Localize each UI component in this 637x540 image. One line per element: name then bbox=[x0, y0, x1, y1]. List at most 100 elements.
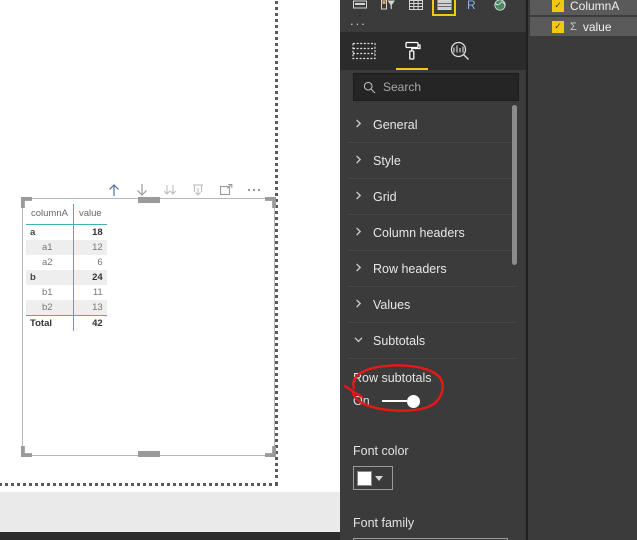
tab-analytics[interactable] bbox=[436, 32, 484, 70]
table-cell-value[interactable]: 11 bbox=[73, 285, 106, 300]
format-section-label: Subtotals bbox=[373, 333, 426, 348]
format-section-style[interactable]: Style bbox=[348, 143, 516, 179]
field-item-value[interactable]: ✓ Σ value bbox=[530, 17, 637, 36]
tab-format[interactable] bbox=[388, 32, 436, 70]
focus-mode-icon[interactable] bbox=[212, 180, 240, 200]
column-header-columnA[interactable]: columnA bbox=[26, 204, 74, 225]
field-label: value bbox=[582, 19, 612, 34]
subtotals-options: Row subtotals On Font color Font family … bbox=[348, 371, 516, 540]
chevron-right-icon bbox=[353, 226, 364, 240]
field-checkbox[interactable]: ✓ bbox=[552, 20, 564, 33]
table-total-value: 42 bbox=[73, 315, 107, 331]
table-cell-label[interactable]: b2 bbox=[26, 300, 74, 316]
format-pane-scrollbar[interactable] bbox=[512, 105, 517, 265]
row-subtotals-state: On bbox=[353, 394, 370, 408]
table-row[interactable]: a 18 bbox=[26, 224, 107, 241]
field-checkbox[interactable]: ✓ bbox=[552, 0, 564, 12]
resize-handle-bottom-right[interactable] bbox=[265, 446, 276, 457]
arcgis-map-visual-icon[interactable] bbox=[488, 0, 512, 16]
format-section-label: Column headers bbox=[373, 225, 465, 240]
table-cell-label[interactable]: b1 bbox=[26, 285, 74, 300]
table-cell-value[interactable]: 12 bbox=[73, 240, 107, 255]
chevron-down-icon bbox=[353, 334, 364, 348]
row-subtotals-label: Row subtotals bbox=[353, 371, 432, 385]
row-subtotals-toggle[interactable] bbox=[381, 394, 420, 408]
visual-header-toolbar bbox=[100, 180, 275, 200]
format-section-label: Style bbox=[373, 153, 401, 168]
field-label: ColumnA bbox=[570, 0, 620, 13]
fields-pane: ✓ ColumnA ✓ Σ value bbox=[528, 0, 637, 540]
chevron-down-icon bbox=[375, 475, 383, 481]
chevron-right-icon bbox=[353, 118, 364, 132]
table-row[interactable]: b2 13 bbox=[26, 300, 107, 316]
field-item-columnA[interactable]: ✓ ColumnA bbox=[530, 0, 637, 15]
table-header-row: columnA value bbox=[26, 204, 107, 225]
font-color-label: Font color bbox=[353, 444, 409, 458]
visualization-more-icon[interactable]: ... bbox=[350, 14, 367, 27]
table-visual-icon[interactable] bbox=[432, 0, 456, 16]
more-options-icon[interactable] bbox=[240, 180, 268, 200]
chevron-right-icon bbox=[353, 262, 364, 276]
search-icon bbox=[363, 81, 376, 93]
format-section-label: Values bbox=[373, 297, 411, 312]
resize-handle-bottom-middle[interactable] bbox=[137, 451, 160, 457]
report-canvas[interactable]: columnA value a 18 a1 12 a2 6 b 24 b1 11 b2 13 Total… bbox=[0, 0, 340, 540]
format-section-values[interactable]: Values bbox=[348, 287, 516, 323]
visualization-gallery: R ... bbox=[340, 0, 528, 32]
table-cell-label[interactable]: a2 bbox=[26, 255, 74, 270]
font-family-label: Font family bbox=[353, 516, 415, 530]
table-row[interactable]: a1 12 bbox=[26, 240, 107, 255]
visualization-icon-row: R bbox=[348, 0, 512, 16]
r-script-visual-icon[interactable]: R bbox=[460, 0, 484, 16]
search-input[interactable]: Search bbox=[353, 73, 519, 101]
font-color-swatch bbox=[357, 470, 372, 486]
table-cell-label[interactable]: a1 bbox=[26, 240, 74, 255]
drill-mode-icon[interactable] bbox=[184, 180, 212, 200]
chevron-right-icon bbox=[353, 190, 364, 204]
format-section-label: Row headers bbox=[373, 261, 447, 276]
table-row[interactable]: a2 6 bbox=[26, 255, 107, 270]
funnel-visual-icon[interactable] bbox=[376, 0, 400, 16]
svg-text:R: R bbox=[467, 0, 476, 12]
resize-handle-top-right[interactable] bbox=[265, 197, 276, 208]
expand-all-icon[interactable] bbox=[156, 180, 184, 200]
toggle-knob bbox=[406, 394, 420, 408]
table-total-row[interactable]: Total 42 bbox=[26, 315, 107, 331]
column-header-value[interactable]: value bbox=[73, 204, 107, 225]
resize-handle-bottom-left[interactable] bbox=[21, 446, 32, 457]
format-section-row-headers[interactable]: Row headers bbox=[348, 251, 516, 287]
canvas-footer-band bbox=[0, 492, 340, 532]
table-cell-value[interactable]: 18 bbox=[73, 225, 106, 241]
sigma-aggregate-icon: Σ bbox=[570, 20, 577, 33]
visualizations-pane: R ... Search General Style Grid Column h… bbox=[340, 0, 637, 540]
canvas-bottom-bar bbox=[0, 532, 340, 540]
matrix-visual-table[interactable]: columnA value a 18 a1 12 a2 6 b 24 b1 11 b2 13 Total… bbox=[26, 204, 107, 331]
table-cell-value[interactable]: 13 bbox=[73, 300, 107, 316]
format-sections-list: General Style Grid Column headers Row header… bbox=[348, 107, 516, 359]
table-body: a 18 a1 12 a2 6 b 24 b1 11 b2 13 Total 42 bbox=[26, 224, 107, 331]
table-cell-value[interactable]: 24 bbox=[73, 270, 107, 285]
format-section-column-headers[interactable]: Column headers bbox=[348, 215, 516, 251]
table-cell-value[interactable]: 6 bbox=[73, 255, 106, 270]
chevron-right-icon bbox=[353, 298, 364, 312]
format-section-label: General bbox=[373, 117, 418, 132]
tab-fields[interactable] bbox=[340, 32, 388, 70]
drill-up-icon[interactable] bbox=[100, 180, 128, 200]
format-section-grid[interactable]: Grid bbox=[348, 179, 516, 215]
format-pane-body: Search General Style Grid Column headers Row… bbox=[340, 70, 528, 540]
chevron-right-icon bbox=[353, 154, 364, 168]
format-section-subtotals[interactable]: Subtotals bbox=[348, 323, 516, 359]
font-color-picker[interactable] bbox=[353, 466, 393, 490]
resize-handle-top-middle[interactable] bbox=[137, 197, 160, 203]
format-section-general[interactable]: General bbox=[348, 107, 516, 143]
table-row[interactable]: b 24 bbox=[26, 270, 107, 285]
matrix-visual-icon[interactable] bbox=[404, 0, 428, 16]
row-subtotals-toggle-row: On bbox=[348, 394, 516, 408]
search-placeholder: Search bbox=[383, 80, 422, 94]
pane-tabstrip bbox=[340, 32, 528, 70]
table-total-label: Total bbox=[26, 315, 74, 331]
table-row[interactable]: b1 11 bbox=[26, 285, 107, 300]
table-cell-label[interactable]: b bbox=[26, 270, 74, 285]
format-section-label: Grid bbox=[373, 189, 397, 204]
table-cell-label[interactable]: a bbox=[26, 224, 74, 240]
